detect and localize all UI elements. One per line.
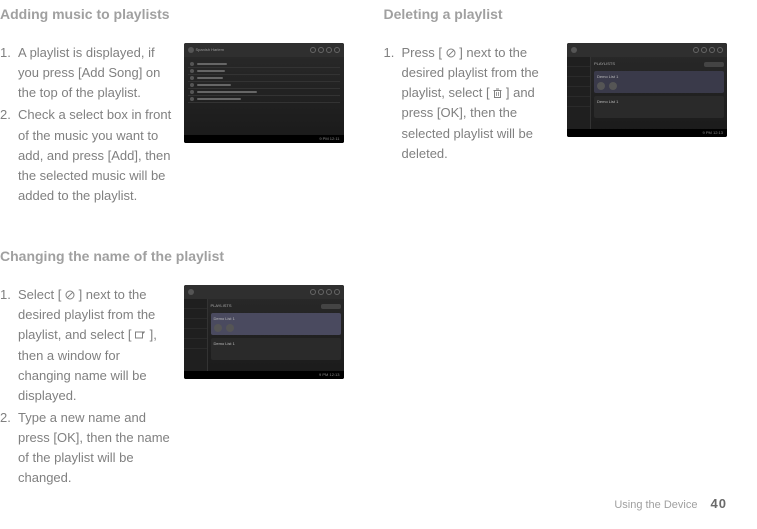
rename-icon (135, 330, 146, 340)
shot-header: PLAYLISTS (211, 303, 232, 309)
heading-adding: Adding music to playlists (0, 4, 344, 25)
circle-slash-icon (446, 48, 456, 58)
step-item: 1.A playlist is displayed, if you press … (0, 43, 172, 103)
step-text: Press [ ] next to the desired playlist f… (402, 45, 539, 161)
step-item: 1. Select [ ] next to the desired playli… (0, 285, 172, 406)
shot-clock: 9 PM 12:13 (319, 372, 339, 378)
steps-deleting: 1. Press [ ] next to the desired playlis… (384, 43, 556, 164)
heading-changing: Changing the name of the playlist (0, 246, 344, 267)
step-item: 2.Check a select box in front of the mus… (0, 105, 172, 206)
screenshot-adding: Spanish Harlem 9 PM 12:11 (184, 43, 344, 143)
step-text: A playlist is displayed, if you press [A… (18, 45, 160, 100)
shot-card-title: Demo List 1 (214, 341, 235, 346)
shot-card-title: Demo List 1 (597, 74, 618, 79)
section-adding-music: Adding music to playlists 1.A playlist i… (0, 4, 344, 208)
step-text: Select [ ] next to the desired playlist … (18, 287, 157, 403)
shot-card-title: Demo List 1 (597, 99, 618, 104)
circle-slash-icon (65, 290, 75, 300)
step-text: Type a new name and press [OK], then the… (18, 410, 170, 485)
screenshot-changing: PLAYLISTS Demo List 1 Demo List 1 9 PM 1… (184, 285, 344, 379)
step-item: 1. Press [ ] next to the desired playlis… (384, 43, 556, 164)
shot-clock: 9 PM 12:13 (703, 130, 723, 136)
footer-label: Using the Device (614, 499, 697, 511)
steps-adding: 1.A playlist is displayed, if you press … (0, 43, 172, 206)
step-item: 2.Type a new name and press [OK], then t… (0, 408, 172, 489)
shot-title: Spanish Harlem (196, 47, 224, 53)
shot-clock: 9 PM 12:11 (319, 136, 339, 142)
section-deleting-playlist: Deleting a playlist 1. Press [ ] next to… (384, 4, 728, 166)
steps-changing: 1. Select [ ] next to the desired playli… (0, 285, 172, 488)
shot-header: PLAYLISTS (594, 61, 615, 67)
screenshot-deleting: PLAYLISTS Demo List 1 Demo List 1 9 PM 1… (567, 43, 727, 137)
shot-card-title: Demo List 1 (214, 316, 235, 321)
step-text: Check a select box in front of the music… (18, 107, 171, 203)
page-number: 40 (711, 496, 727, 511)
heading-deleting: Deleting a playlist (384, 4, 728, 25)
trash-icon (493, 88, 502, 98)
section-changing-name: Changing the name of the playlist 1. Sel… (0, 246, 344, 490)
page-footer: Using the Device 40 (614, 494, 727, 514)
